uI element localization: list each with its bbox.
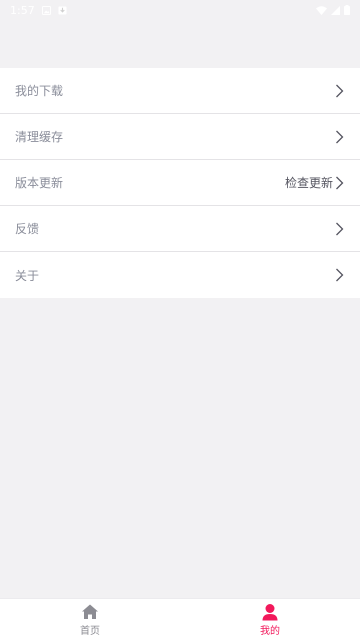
user-icon	[262, 604, 278, 621]
image-icon	[41, 5, 51, 15]
menu-item-right	[335, 130, 344, 144]
chevron-right-icon	[336, 222, 344, 235]
menu-item-label: 版本更新	[15, 176, 64, 190]
menu-item-label: 关于	[15, 268, 40, 283]
tab-home[interactable]: 首页	[0, 599, 180, 641]
menu-item-label: 清理缓存	[15, 130, 64, 144]
chevron-right-icon	[336, 176, 344, 189]
menu-item-right: 检查更新	[285, 174, 344, 191]
status-left: 1:57	[10, 4, 67, 17]
tab-mine[interactable]: 我的	[180, 599, 360, 641]
menu-item-downloads[interactable]: 我的下载	[0, 68, 360, 114]
menu-item-clear-cache[interactable]: 清理缓存	[0, 114, 360, 160]
signal-icon	[331, 5, 340, 15]
settings-menu: 我的下载 清理缓存 版本更新 检查更新 反馈 关于	[0, 68, 360, 298]
chevron-right-icon	[336, 268, 344, 282]
download-status-icon	[58, 5, 67, 15]
home-icon	[82, 604, 98, 619]
wifi-icon	[316, 5, 327, 15]
menu-item-version-update[interactable]: 版本更新 检查更新	[0, 160, 360, 206]
menu-item-label: 我的下载	[15, 84, 64, 98]
bottom-tab-bar: 首页 我的	[0, 598, 360, 641]
status-bar: 1:57	[0, 0, 360, 20]
status-time: 1:57	[10, 3, 35, 17]
status-right	[316, 5, 350, 15]
menu-item-right	[335, 84, 344, 98]
menu-item-about[interactable]: 关于	[0, 252, 360, 298]
menu-item-feedback[interactable]: 反馈	[0, 206, 360, 252]
check-update-text: 检查更新	[284, 176, 333, 190]
menu-item-right	[335, 268, 344, 282]
tab-label: 我的	[260, 626, 280, 637]
battery-icon	[344, 5, 350, 15]
menu-item-label: 反馈	[15, 222, 40, 236]
chevron-right-icon	[336, 84, 344, 97]
menu-item-right	[335, 222, 344, 236]
chevron-right-icon	[336, 130, 344, 143]
tab-label: 首页	[80, 626, 100, 637]
